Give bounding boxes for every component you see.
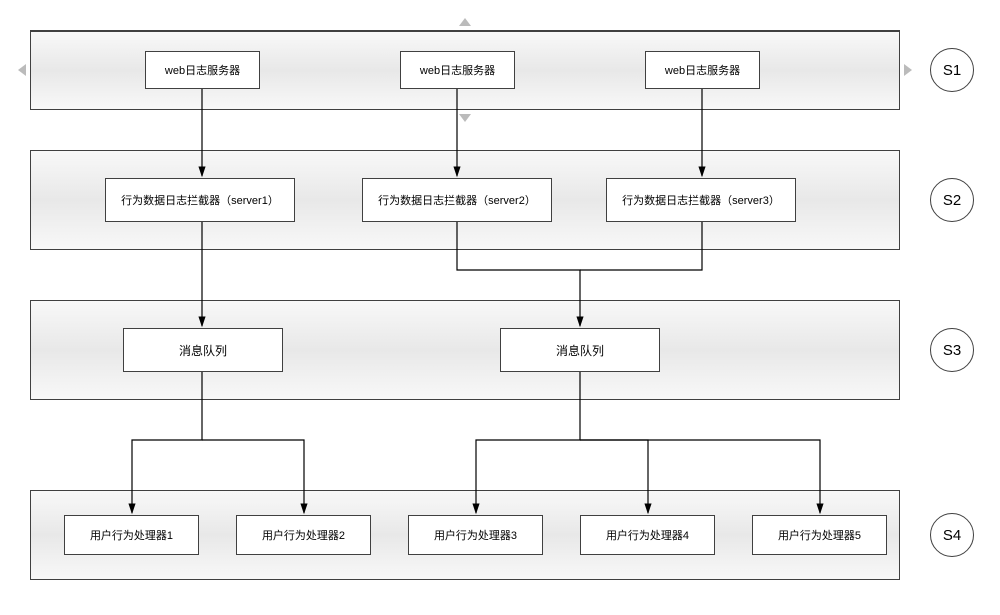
box-label: web日志服务器	[420, 62, 495, 78]
interceptor-server1: 行为数据日志拦截器（server1）	[105, 178, 295, 222]
diagram-canvas: web日志服务器 web日志服务器 web日志服务器 S1 行为数据日志拦截器（…	[0, 0, 1000, 615]
box-label: 用户行为处理器4	[606, 527, 689, 543]
stage-label-text: S2	[943, 192, 961, 209]
stage-label-text: S4	[943, 527, 961, 544]
processor-5: 用户行为处理器5	[752, 515, 887, 555]
box-label: 消息队列	[179, 342, 227, 359]
interceptor-server3: 行为数据日志拦截器（server3）	[606, 178, 796, 222]
web-log-server-1: web日志服务器	[145, 51, 260, 89]
interceptor-server2: 行为数据日志拦截器（server2）	[362, 178, 552, 222]
resize-handle-left[interactable]	[18, 64, 26, 76]
stage-badge-s1: S1	[930, 48, 974, 92]
stage-badge-s3: S3	[930, 328, 974, 372]
processor-3: 用户行为处理器3	[408, 515, 543, 555]
web-log-server-2: web日志服务器	[400, 51, 515, 89]
resize-handle-right[interactable]	[904, 64, 912, 76]
box-label: 行为数据日志拦截器（server3）	[622, 192, 780, 208]
stage-badge-s2: S2	[930, 178, 974, 222]
resize-handle-top[interactable]	[459, 18, 471, 26]
stage-badge-s4: S4	[930, 513, 974, 557]
message-queue-1: 消息队列	[123, 328, 283, 372]
processor-4: 用户行为处理器4	[580, 515, 715, 555]
stage-label-text: S1	[943, 62, 961, 79]
box-label: 行为数据日志拦截器（server1）	[121, 192, 279, 208]
stage-label-text: S3	[943, 342, 961, 359]
box-label: 行为数据日志拦截器（server2）	[378, 192, 536, 208]
box-label: 用户行为处理器2	[262, 527, 345, 543]
processor-2: 用户行为处理器2	[236, 515, 371, 555]
box-label: web日志服务器	[665, 62, 740, 78]
web-log-server-3: web日志服务器	[645, 51, 760, 89]
box-label: 用户行为处理器1	[90, 527, 173, 543]
box-label: web日志服务器	[165, 62, 240, 78]
box-label: 用户行为处理器3	[434, 527, 517, 543]
processor-1: 用户行为处理器1	[64, 515, 199, 555]
box-label: 消息队列	[556, 342, 604, 359]
message-queue-2: 消息队列	[500, 328, 660, 372]
box-label: 用户行为处理器5	[778, 527, 861, 543]
resize-handle-bottom[interactable]	[459, 114, 471, 122]
